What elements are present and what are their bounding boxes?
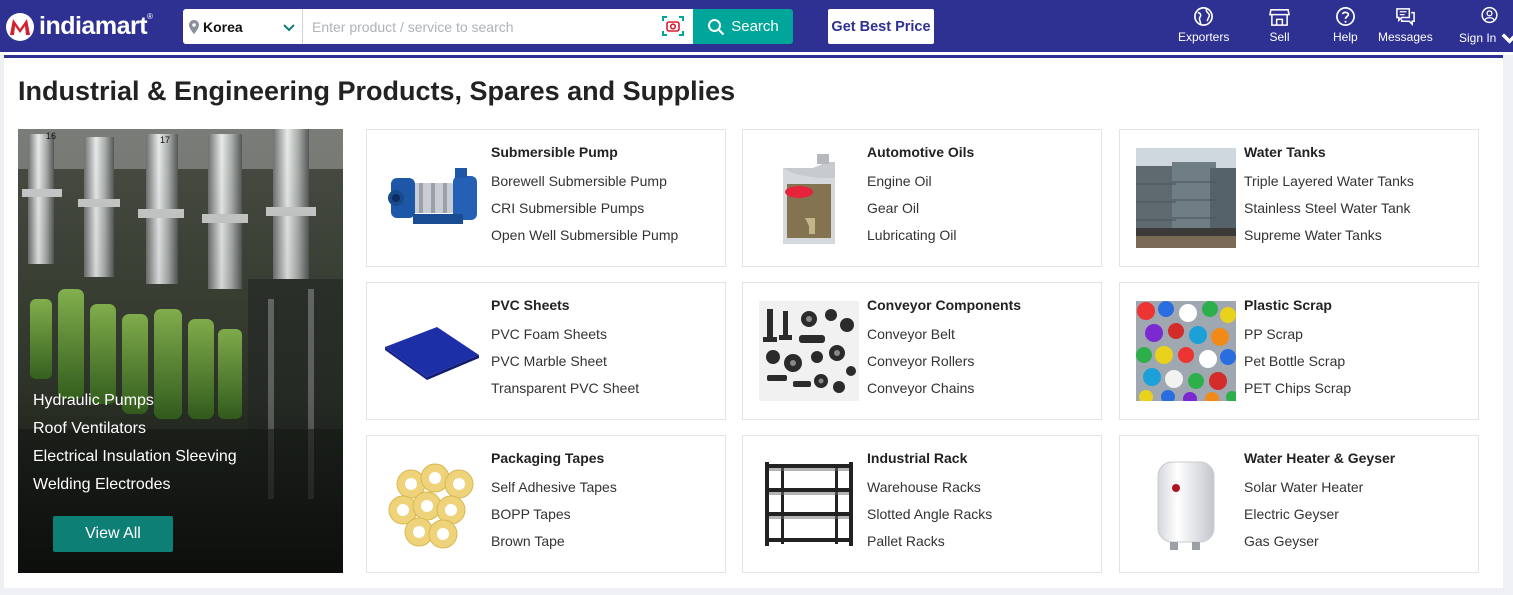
category-card-water-heater-geyser: Water Heater & Geyser Solar Water Heater…: [1119, 435, 1479, 573]
nav-messages-label: Messages: [1378, 30, 1433, 44]
location-pin-icon: [189, 19, 199, 34]
plastic-scrap-image[interactable]: [1136, 301, 1236, 401]
card-title[interactable]: Water Tanks: [1244, 144, 1326, 160]
category-card-conveyor-components: Conveyor Components Conveyor Belt Convey…: [742, 282, 1102, 420]
water-tanks-image[interactable]: [1136, 148, 1236, 248]
search-button-label: Search: [731, 18, 779, 35]
card-link[interactable]: Supreme Water Tanks: [1244, 227, 1382, 243]
card-link[interactable]: Stainless Steel Water Tank: [1244, 200, 1411, 216]
category-card-packaging-tapes: Packaging Tapes Self Adhesive Tapes BOPP…: [366, 435, 726, 573]
nav-exporters-label: Exporters: [1178, 30, 1230, 44]
indiamart-logo[interactable]: indiamart ®: [4, 10, 153, 42]
card-link[interactable]: Transparent PVC Sheet: [491, 380, 639, 396]
card-link[interactable]: Gear Oil: [867, 200, 919, 216]
card-title[interactable]: Automotive Oils: [867, 144, 974, 160]
card-link[interactable]: BOPP Tapes: [491, 506, 571, 522]
nav-sign-in[interactable]: Sign In: [1459, 6, 1513, 48]
category-hero-banner: 16 17 Hydraulic Pumps Roof Ventilators E…: [18, 129, 343, 573]
card-link[interactable]: Warehouse Racks: [867, 479, 981, 495]
card-link[interactable]: CRI Submersible Pumps: [491, 200, 644, 216]
conveyor-parts-image[interactable]: [759, 301, 859, 401]
card-link[interactable]: Pallet Racks: [867, 533, 945, 549]
chevron-down-icon: [1501, 33, 1513, 44]
card-link[interactable]: Slotted Angle Racks: [867, 506, 992, 522]
card-title[interactable]: Submersible Pump: [491, 144, 618, 160]
category-card-water-tanks: Water Tanks Triple Layered Water Tanks S…: [1119, 129, 1479, 267]
rack-image[interactable]: [759, 454, 859, 554]
card-link[interactable]: Solar Water Heater: [1244, 479, 1363, 495]
card-link[interactable]: Lubricating Oil: [867, 227, 957, 243]
logo-m-icon: [6, 13, 34, 41]
card-title[interactable]: Packaging Tapes: [491, 450, 604, 466]
camera-search-icon[interactable]: [661, 15, 685, 37]
hero-links: Hydraulic Pumps Roof Ventilators Electri…: [33, 387, 237, 499]
logo-registered-mark: ®: [147, 11, 153, 21]
geyser-image[interactable]: [1136, 454, 1236, 554]
card-link[interactable]: Borewell Submersible Pump: [491, 173, 667, 189]
hero-link-electrical-insulation-sleeving[interactable]: Electrical Insulation Sleeving: [33, 443, 237, 471]
section-title: Industrial & Engineering Products, Spare…: [18, 76, 736, 106]
card-link[interactable]: PVC Marble Sheet: [491, 353, 607, 369]
panel-top-border: [4, 55, 1503, 58]
card-link[interactable]: Triple Layered Water Tanks: [1244, 173, 1414, 189]
card-link[interactable]: Engine Oil: [867, 173, 932, 189]
hero-link-welding-electrodes[interactable]: Welding Electrodes: [33, 471, 237, 499]
card-link[interactable]: Conveyor Chains: [867, 380, 974, 396]
card-link[interactable]: PET Chips Scrap: [1244, 380, 1351, 396]
card-link[interactable]: Self Adhesive Tapes: [491, 479, 617, 495]
card-title[interactable]: Industrial Rack: [867, 450, 967, 466]
search-button[interactable]: Search: [693, 9, 793, 44]
card-title[interactable]: Conveyor Components: [867, 297, 1021, 313]
card-title[interactable]: Plastic Scrap: [1244, 297, 1332, 313]
category-card-pvc-sheets: PVC Sheets PVC Foam Sheets PVC Marble Sh…: [366, 282, 726, 420]
messages-icon: [1395, 8, 1415, 26]
pump-image[interactable]: [383, 148, 483, 248]
help-icon: [1335, 7, 1355, 26]
card-link[interactable]: PVC Foam Sheets: [491, 326, 607, 342]
category-card-automotive-oils: Automotive Oils Engine Oil Gear Oil Lubr…: [742, 129, 1102, 267]
view-all-button[interactable]: View All: [53, 516, 173, 552]
factory-hero-image: 16 17: [18, 129, 343, 573]
card-link[interactable]: Pet Bottle Scrap: [1244, 353, 1345, 369]
nav-exporters[interactable]: Exporters: [1178, 6, 1229, 48]
location-value: Korea: [203, 18, 243, 35]
nav-sell[interactable]: Sell: [1269, 6, 1290, 48]
card-link[interactable]: Conveyor Rollers: [867, 353, 974, 369]
nav-sign-in-label-wrap: Sign In: [1459, 27, 1513, 48]
location-select[interactable]: Korea: [183, 9, 303, 44]
nav-sell-label: Sell: [1269, 30, 1290, 44]
card-link[interactable]: PP Scrap: [1244, 326, 1303, 342]
hero-link-hydraulic-pumps[interactable]: Hydraulic Pumps: [33, 387, 237, 415]
search-input[interactable]: [303, 9, 693, 44]
pvc-sheet-image[interactable]: [383, 301, 483, 401]
tape-rolls-image[interactable]: [383, 454, 483, 554]
category-card-plastic-scrap: Plastic Scrap PP Scrap Pet Bottle Scrap …: [1119, 282, 1479, 420]
card-link[interactable]: Conveyor Belt: [867, 326, 955, 342]
store-icon: [1269, 9, 1290, 26]
nav-help[interactable]: Help: [1333, 6, 1358, 48]
search-icon: [708, 18, 725, 35]
card-title[interactable]: Water Heater & Geyser: [1244, 450, 1395, 466]
oil-can-image[interactable]: [759, 148, 859, 248]
category-card-submersible-pump: Submersible Pump Borewell Submersible Pu…: [366, 129, 726, 267]
hero-link-roof-ventilators[interactable]: Roof Ventilators: [33, 415, 237, 443]
nav-sign-in-label: Sign In: [1459, 30, 1497, 45]
card-link[interactable]: Brown Tape: [491, 533, 565, 549]
category-card-industrial-rack: Industrial Rack Warehouse Racks Slotted …: [742, 435, 1102, 573]
user-icon: [1481, 6, 1498, 24]
nav-help-label: Help: [1333, 30, 1358, 44]
get-best-price-button[interactable]: Get Best Price: [828, 9, 934, 44]
logo-text: indiamart: [39, 11, 148, 40]
top-header: indiamart ® Korea Search Get Best Price …: [0, 0, 1513, 52]
nav-messages[interactable]: Messages: [1378, 6, 1433, 48]
card-link[interactable]: Gas Geyser: [1244, 533, 1319, 549]
chevron-down-icon: [283, 23, 295, 31]
card-link[interactable]: Electric Geyser: [1244, 506, 1339, 522]
card-title[interactable]: PVC Sheets: [491, 297, 570, 313]
card-link[interactable]: Open Well Submersible Pump: [491, 227, 678, 243]
globe-icon: [1194, 7, 1214, 26]
